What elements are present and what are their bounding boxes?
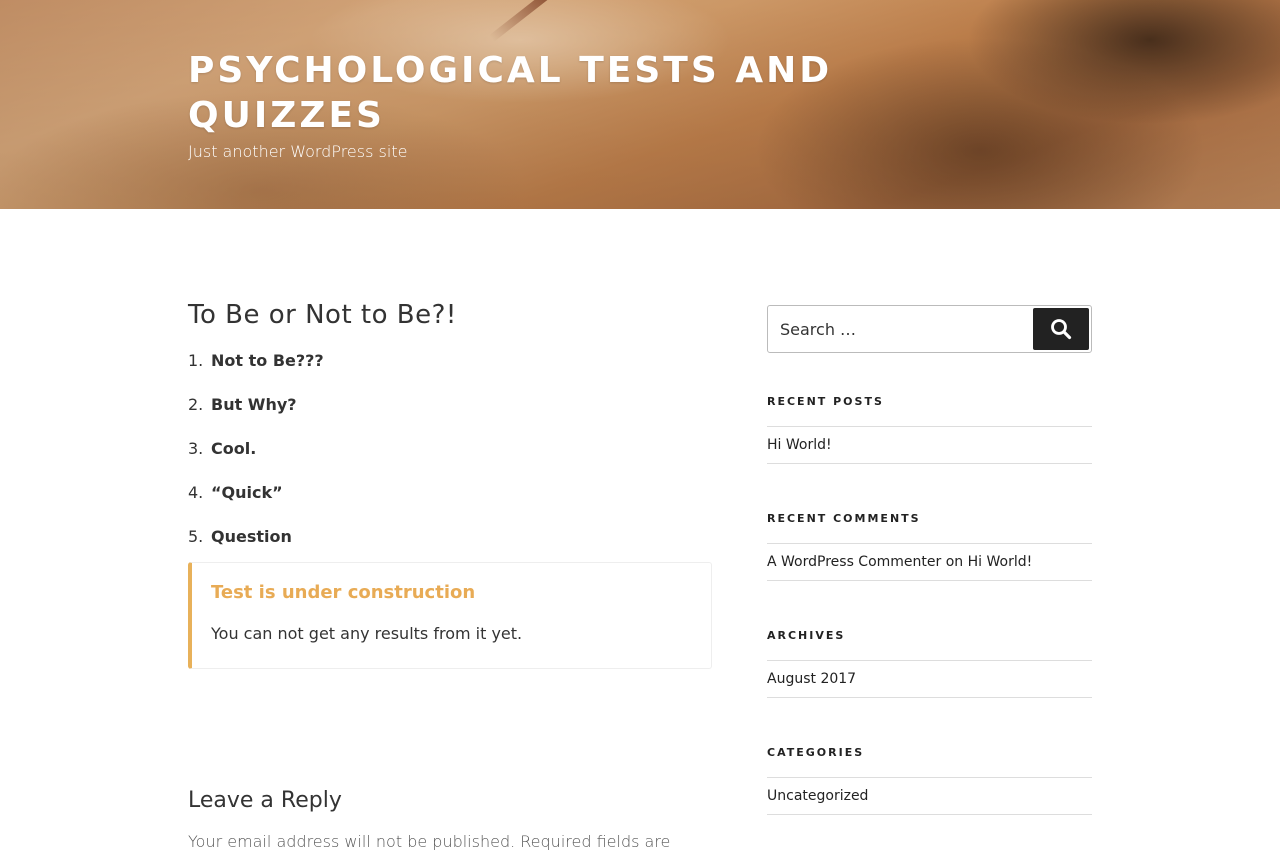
answer-number: 2. <box>188 395 204 414</box>
notice-text: You can not get any results from it yet. <box>211 624 523 643</box>
site-title-link[interactable]: PSYCHOLOGICAL TESTS AND QUIZZES <box>188 48 888 138</box>
archives-list: August 2017 <box>767 660 1092 698</box>
widget-title: ARCHIVES <box>767 629 846 642</box>
search-button[interactable] <box>1033 308 1089 350</box>
recent-post-link[interactable]: Hi World! <box>767 437 832 453</box>
answer-item[interactable]: 1. Not to Be??? <box>188 350 712 394</box>
reply-title: Leave a Reply <box>188 788 342 813</box>
sidebar: RECENT POSTS Hi World! RECENT COMMENTS A… <box>767 305 1092 815</box>
post-title: To Be or Not to Be?! <box>188 300 457 330</box>
list-item: Uncategorized <box>767 778 1092 815</box>
answer-text[interactable]: Cool. <box>211 438 256 460</box>
search-form <box>767 305 1092 353</box>
answer-list: 1. Not to Be??? 2. But Why? 3. Cool. 4. … <box>188 350 712 570</box>
answer-item[interactable]: 3. Cool. <box>188 438 712 482</box>
list-item: August 2017 <box>767 661 1092 698</box>
answer-text[interactable]: “Quick” <box>211 482 283 504</box>
answer-text[interactable]: Question <box>211 526 292 548</box>
answer-item[interactable]: 4. “Quick” <box>188 482 712 526</box>
list-item: A WordPress Commenter on Hi World! <box>767 544 1092 581</box>
notice-title: Test is under construction <box>211 582 476 603</box>
answer-number: 1. <box>188 351 204 370</box>
construction-notice: Test is under construction You can not g… <box>188 562 712 669</box>
recent-posts-list: Hi World! <box>767 426 1092 464</box>
comment-post-link[interactable]: Hi World! <box>968 554 1033 570</box>
recent-posts-widget: RECENT POSTS Hi World! <box>767 395 1092 464</box>
answer-text[interactable]: But Why? <box>211 394 297 416</box>
post-content: To Be or Not to Be?! 1. Not to Be??? 2. … <box>188 298 712 669</box>
search-icon <box>1051 319 1072 340</box>
archives-widget: ARCHIVES August 2017 <box>767 629 1092 698</box>
comment-notes: Your email address will not be published… <box>188 832 671 851</box>
archive-link[interactable]: August 2017 <box>767 671 856 687</box>
comment-separator: on <box>945 554 968 570</box>
answer-number: 4. <box>188 483 204 502</box>
comment-author-link[interactable]: A WordPress Commenter <box>767 554 941 570</box>
widget-title: RECENT COMMENTS <box>767 512 921 525</box>
widget-title: CATEGORIES <box>767 746 865 759</box>
list-item: Hi World! <box>767 427 1092 464</box>
comment-form-section: Leave a Reply Your email address will no… <box>188 786 712 854</box>
categories-list: Uncategorized <box>767 777 1092 815</box>
categories-widget: CATEGORIES Uncategorized <box>767 746 1092 815</box>
site-branding: PSYCHOLOGICAL TESTS AND QUIZZES Just ano… <box>188 48 888 164</box>
search-input[interactable] <box>768 306 1030 352</box>
answer-number: 3. <box>188 439 204 458</box>
category-link[interactable]: Uncategorized <box>767 788 868 804</box>
recent-comments-widget: RECENT COMMENTS A WordPress Commenter on… <box>767 512 1092 581</box>
recent-comments-list: A WordPress Commenter on Hi World! <box>767 543 1092 581</box>
answer-item[interactable]: 2. But Why? <box>188 394 712 438</box>
answer-text[interactable]: Not to Be??? <box>211 350 324 372</box>
site-header: PSYCHOLOGICAL TESTS AND QUIZZES Just ano… <box>0 0 1280 209</box>
site-description: Just another WordPress site <box>188 142 408 161</box>
answer-number: 5. <box>188 527 204 546</box>
widget-title: RECENT POSTS <box>767 395 884 408</box>
